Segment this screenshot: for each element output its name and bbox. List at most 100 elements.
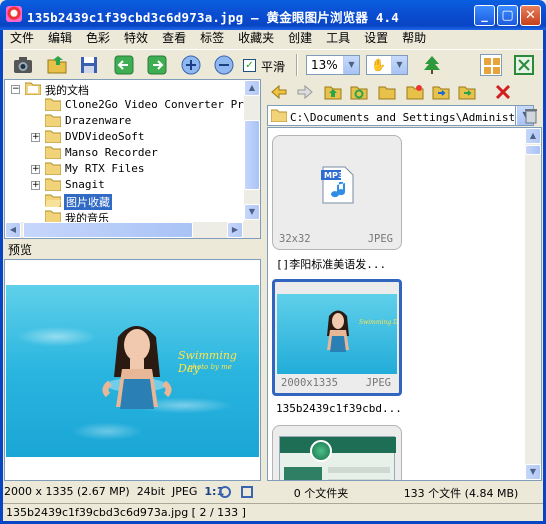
fit-icon[interactable] <box>219 486 231 498</box>
menu-tools[interactable]: 工具 <box>319 30 357 48</box>
tree-item-label: Snagit <box>65 178 105 191</box>
up-folder-icon[interactable] <box>324 83 342 101</box>
folder-count: 0 个文件夹 <box>293 487 349 500</box>
smooth-checkbox[interactable]: ✓ <box>243 59 256 72</box>
scroll-right-icon[interactable]: ▶ <box>227 222 243 238</box>
window-frame-left <box>0 30 3 524</box>
thumbnail-card[interactable]: MP3 32x32 JPEG <box>272 135 402 250</box>
expand-icon[interactable]: + <box>31 181 40 190</box>
scroll-down-icon[interactable]: ▼ <box>525 464 541 480</box>
scroll-up-icon[interactable]: ▲ <box>525 128 541 144</box>
close-button[interactable]: ✕ <box>520 5 541 26</box>
preview-image: Swimming Day photo by me <box>6 285 259 457</box>
new-folder-icon[interactable] <box>406 83 424 101</box>
thumbnail-caption: 135b2439c1f39cbd... <box>276 402 402 415</box>
folder-icon <box>45 178 61 191</box>
menu-settings[interactable]: 设置 <box>357 30 395 48</box>
scroll-thumb[interactable] <box>23 222 193 238</box>
recycle-bin-icon[interactable] <box>521 106 541 126</box>
camera-icon[interactable] <box>12 54 34 76</box>
thumbnail-view-icon[interactable] <box>480 54 502 76</box>
thumbnail-type: JPEG <box>365 377 391 389</box>
zoom-in-icon[interactable] <box>180 54 202 76</box>
menu-help[interactable]: 帮助 <box>395 30 433 48</box>
thumbnail-size: 32x32 <box>279 233 311 245</box>
thumbnail-card-selected[interactable]: Swimming Day 2000x1335 JPEG <box>272 279 402 396</box>
menu-file[interactable]: 文件 <box>3 30 41 48</box>
menu-tags[interactable]: 标签 <box>193 30 231 48</box>
tree-item[interactable]: + My RTX Files <box>5 161 245 177</box>
thumbnail-overlay-text: Swimming Day <box>359 319 397 326</box>
minimize-button[interactable]: _ <box>474 5 495 26</box>
zoom-select[interactable]: 13% ▼ <box>306 55 360 75</box>
menu-create[interactable]: 创建 <box>281 30 319 48</box>
tree-item[interactable]: Clone2Go Video Converter Professional <box>5 97 260 113</box>
preview-overlay-title: Swimming Day <box>178 349 237 375</box>
save-icon[interactable] <box>78 54 100 76</box>
thumbnail-meta: 32x32 JPEG <box>279 233 393 245</box>
scroll-left-icon[interactable]: ◀ <box>5 222 21 238</box>
tree-item[interactable]: Drazenware <box>5 113 245 129</box>
thumbnail-grid[interactable]: MP3 32x32 JPEG []李阳标准美语发... Swimming Day… <box>267 127 542 481</box>
path-field[interactable]: C:\Documents and Settings\Administrator\… <box>267 105 516 126</box>
tree-vertical-scrollbar[interactable]: ▲ ▼ <box>244 80 260 222</box>
open-folder-icon[interactable] <box>46 54 68 76</box>
scroll-thumb[interactable] <box>525 145 541 155</box>
tree-item-label: Drazenware <box>65 114 132 127</box>
folder-tree[interactable]: − 我的文档 Clone2Go Video Converter Professi… <box>4 79 261 239</box>
tree-item-label: 图片收藏 <box>64 194 112 210</box>
tree-view-icon[interactable] <box>421 54 443 76</box>
chevron-down-icon[interactable]: ▼ <box>391 56 407 74</box>
tree-root[interactable]: − 我的文档 <box>5 81 245 97</box>
tree-item-selected[interactable]: 图片收藏 <box>5 193 245 210</box>
thumbnail-caption: []李阳标准美语发... <box>276 258 387 271</box>
menu-color[interactable]: 色彩 <box>79 30 117 48</box>
browser-toolbar <box>266 80 542 104</box>
refresh-folder-icon[interactable] <box>350 83 368 101</box>
hand-tool-select[interactable]: ✋ ▼ <box>366 55 408 75</box>
title-bar[interactable]: 135b2439c1f39cbd3c6d973a.jpg – 黄金眼图片浏览器 … <box>0 0 546 30</box>
scroll-up-icon[interactable]: ▲ <box>244 80 260 96</box>
folder-icon[interactable] <box>378 83 396 101</box>
menu-view[interactable]: 查看 <box>155 30 193 48</box>
menu-edit[interactable]: 编辑 <box>41 30 79 48</box>
tree-item[interactable]: + DVDVideoSoft <box>5 129 245 145</box>
fullscreen-small-icon[interactable] <box>241 486 253 498</box>
previous-icon[interactable] <box>113 54 135 76</box>
expand-icon[interactable]: + <box>31 165 40 174</box>
tree-root-label: 我的文档 <box>45 84 89 97</box>
tree-horizontal-scrollbar[interactable]: ◀ ▶ <box>5 222 260 238</box>
back-arrow-icon[interactable] <box>270 83 288 101</box>
menu-effects[interactable]: 特效 <box>117 30 155 48</box>
scroll-thumb[interactable] <box>244 120 260 190</box>
thumbnail-image: Swimming Day <box>277 294 397 374</box>
image-info-bar: 2000 x 1335 (2.67 MP) 24bit JPEG 1:1 <box>4 483 261 501</box>
app-icon[interactable] <box>6 6 22 22</box>
image-format: JPEG <box>172 485 198 498</box>
chevron-down-icon[interactable]: ▼ <box>343 56 359 74</box>
thumbnail-meta: 2000x1335 JPEG <box>281 377 391 389</box>
file-count: 133 个文件 (4.84 MB) <box>403 487 519 500</box>
delete-icon[interactable] <box>494 83 512 101</box>
zoom-value: 13% <box>311 58 338 72</box>
tree-item[interactable]: Manso Recorder <box>5 145 245 161</box>
forward-arrow-icon[interactable] <box>296 83 314 101</box>
thumbnail-size: 2000x1335 <box>281 377 338 389</box>
thumbnail-card[interactable] <box>272 425 402 480</box>
copy-to-icon[interactable] <box>432 83 450 101</box>
scroll-down-icon[interactable]: ▼ <box>244 204 260 220</box>
smooth-label: 平滑 <box>261 60 286 74</box>
expand-icon[interactable]: + <box>31 133 40 142</box>
fullscreen-icon[interactable] <box>513 54 535 76</box>
thumbnail-image <box>279 436 396 480</box>
collapse-icon[interactable]: − <box>11 85 20 94</box>
zoom-out-icon[interactable] <box>213 54 235 76</box>
thumbnail-vertical-scrollbar[interactable]: ▲ ▼ <box>525 128 541 480</box>
menu-favorites[interactable]: 收藏夹 <box>231 30 281 48</box>
tree-item[interactable]: + Snagit <box>5 177 245 193</box>
swimmer-figure <box>102 326 172 409</box>
maximize-button[interactable]: ▢ <box>497 5 518 26</box>
next-icon[interactable] <box>146 54 168 76</box>
move-to-icon[interactable] <box>458 83 476 101</box>
documents-folder-icon <box>25 82 41 95</box>
